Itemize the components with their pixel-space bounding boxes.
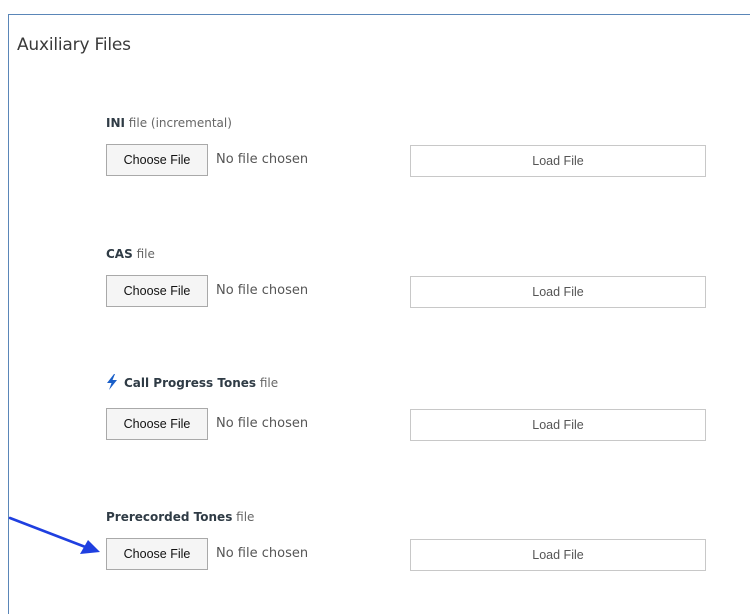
cas-file-label: CAS file <box>106 247 155 261</box>
cas-file-status: No file chosen <box>216 283 309 298</box>
cpt-file-status: No file chosen <box>216 416 309 431</box>
annotation-arrow-icon <box>8 516 100 554</box>
prerecorded-load-file-button[interactable]: Load File <box>410 539 706 571</box>
ini-file-label: INI file (incremental) <box>106 116 232 130</box>
page-title: Auxiliary Files <box>17 35 131 55</box>
prerecorded-choose-file-button[interactable]: Choose File <box>106 538 208 570</box>
prerecorded-file-status: No file chosen <box>216 546 309 561</box>
cpt-load-file-button[interactable]: Load File <box>410 409 706 441</box>
ini-file-status: No file chosen <box>216 152 309 167</box>
prerecorded-tones-label: Prerecorded Tones file <box>106 510 255 524</box>
cpt-choose-file-button[interactable]: Choose File <box>106 408 208 440</box>
call-progress-tones-label: Call Progress Tones file <box>106 374 278 390</box>
lightning-bolt-icon <box>107 374 117 390</box>
ini-load-file-button[interactable]: Load File <box>410 145 706 177</box>
cas-choose-file-button[interactable]: Choose File <box>106 275 208 307</box>
ini-file-section: INI file (incremental) Choose File No fi… <box>106 116 746 186</box>
call-progress-tones-section: Call Progress Tones file Choose File No … <box>106 374 746 450</box>
prerecorded-tones-section: Prerecorded Tones file Choose File No fi… <box>106 510 746 580</box>
ini-choose-file-button[interactable]: Choose File <box>106 144 208 176</box>
cas-file-section: CAS file Choose File No file chosen Load… <box>106 247 746 317</box>
cas-load-file-button[interactable]: Load File <box>410 276 706 308</box>
